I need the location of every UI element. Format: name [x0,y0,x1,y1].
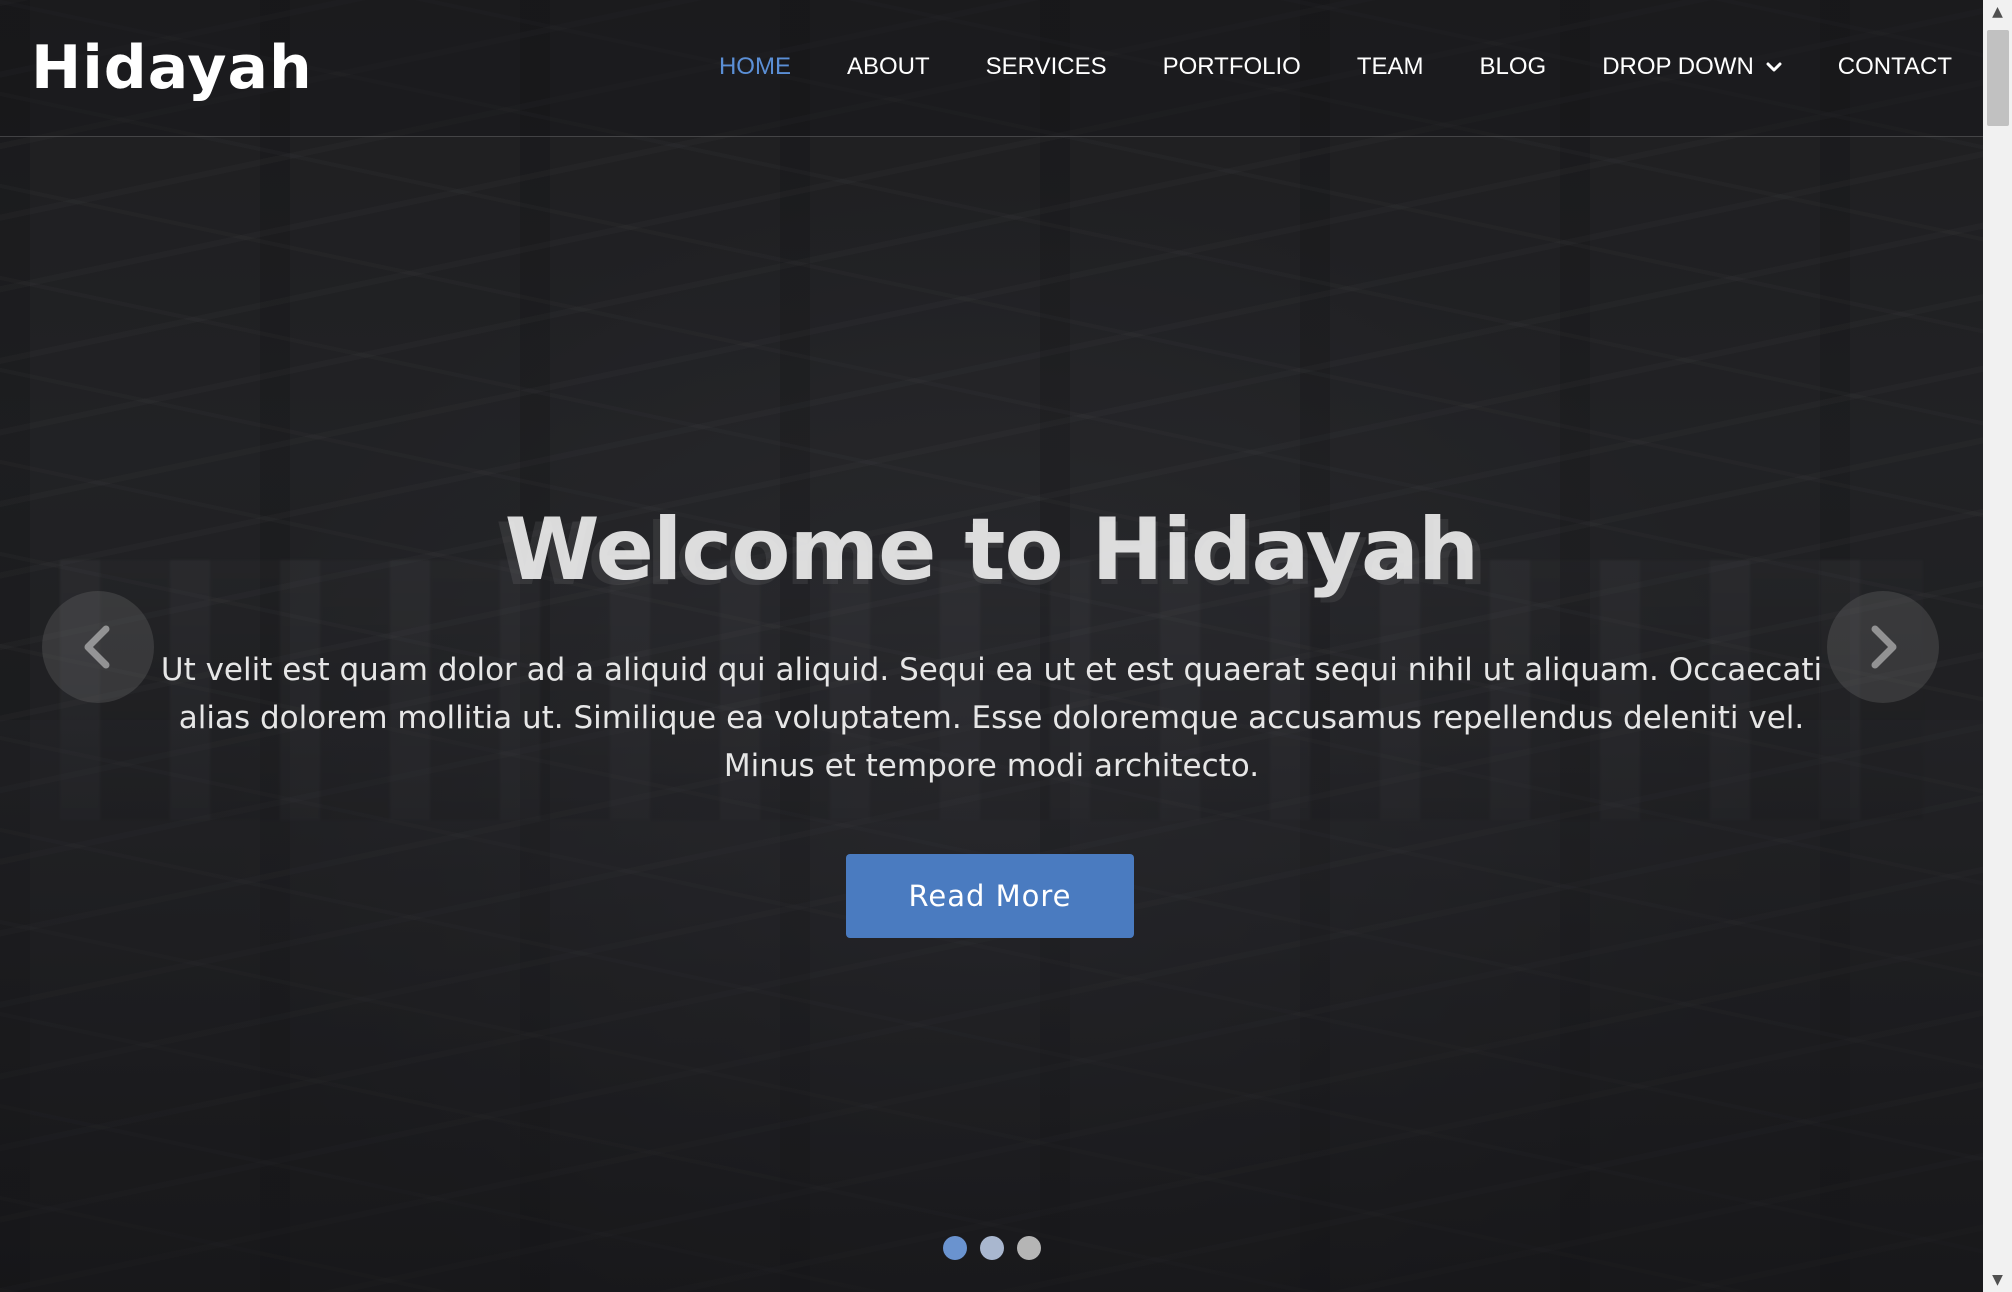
nav-item-label: HOME [718,53,791,80]
carousel-indicators [0,1236,1983,1260]
nav-item-label: DROP DOWN [1602,53,1754,80]
carousel-dot-1[interactable] [942,1236,967,1260]
nav-item-blog[interactable]: BLOG [1480,53,1547,81]
hero-description: Ut velit est quam dolor ad a aliquid qui… [160,652,1823,784]
carousel-next-button[interactable] [1827,591,1939,703]
nav-item-home[interactable]: HOME [719,53,791,81]
chevron-down-icon [1766,62,1782,72]
chevron-right-icon [1871,625,1897,669]
nav-item-about[interactable]: ABOUT [847,53,930,81]
nav-item-drop-down[interactable]: DROP DOWN [1602,53,1782,81]
site-header: Hidayah HOME ABOUT SERVICES PORTFOLIO TE… [0,0,1983,137]
read-more-button[interactable]: Read More [846,854,1134,938]
nav-item-label: CONTACT [1837,53,1952,80]
page-viewport: Hidayah HOME ABOUT SERVICES PORTFOLIO TE… [0,0,1983,1292]
carousel-prev-button[interactable] [42,591,154,703]
nav-item-contact[interactable]: CONTACT [1838,53,1952,81]
hero-title: Welcome to Hidayah [504,500,1479,600]
chevron-left-icon [84,625,110,669]
carousel-dot-3[interactable] [1016,1236,1041,1260]
nav-item-team[interactable]: TEAM [1357,53,1424,81]
nav-item-services[interactable]: SERVICES [986,53,1107,81]
nav-item-label: ABOUT [846,53,930,80]
nav-item-label: SERVICES [985,53,1107,80]
site-logo[interactable]: Hidayah [31,28,313,108]
nav-item-label: BLOG [1479,53,1547,80]
main-nav: HOME ABOUT SERVICES PORTFOLIO TEAM BLOG … [663,45,1952,89]
nav-item-label: PORTFOLIO [1162,53,1301,80]
carousel-dot-2[interactable] [979,1236,1004,1260]
nav-item-portfolio[interactable]: PORTFOLIO [1163,53,1301,81]
scrollbar-thumb[interactable] [1987,30,2009,126]
page-scrollbar[interactable]: ▲ ▼ [1983,0,2012,1292]
nav-item-label: TEAM [1356,53,1424,80]
scroll-up-icon[interactable]: ▲ [1983,0,2012,24]
scroll-down-icon[interactable]: ▼ [1983,1268,2012,1292]
